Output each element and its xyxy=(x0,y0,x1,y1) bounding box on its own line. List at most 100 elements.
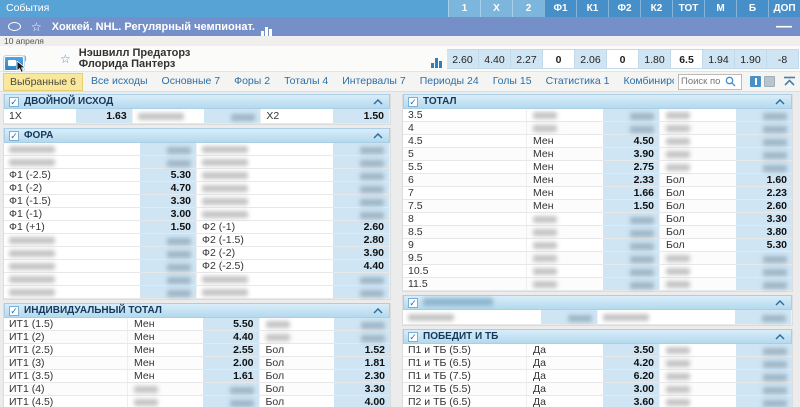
odd-value[interactable]: 6.20 xyxy=(603,370,659,382)
event-odd-cell[interactable]: 1.90 xyxy=(735,48,767,69)
odd-value[interactable] xyxy=(333,195,389,207)
odd-value[interactable] xyxy=(334,331,390,343)
odd-value[interactable] xyxy=(202,396,259,407)
odd-value[interactable] xyxy=(603,109,659,121)
search-input[interactable] xyxy=(681,76,725,87)
event-odd-cell[interactable]: -8 xyxy=(767,48,799,69)
event-row[interactable]: 01:00 ☆ Нэшвилл Предаторз Флорида Пантер… xyxy=(0,46,800,73)
collapse-league-icon[interactable]: — xyxy=(776,18,792,36)
tab-market[interactable]: Статистика 1 xyxy=(540,73,616,91)
odd-value[interactable] xyxy=(736,370,792,382)
chevron-up-icon[interactable] xyxy=(373,307,383,314)
chevron-up-icon[interactable] xyxy=(373,132,383,139)
odd-value[interactable] xyxy=(736,383,792,395)
odd-value[interactable] xyxy=(333,286,389,298)
odd-value[interactable] xyxy=(603,226,659,238)
odd-value[interactable] xyxy=(603,239,659,251)
odd-value[interactable]: 3.00 xyxy=(140,208,196,220)
odd-value[interactable]: 5.50 xyxy=(202,318,259,330)
odd-value[interactable]: 1.52 xyxy=(334,344,390,356)
odd-value[interactable] xyxy=(736,252,792,264)
odd-value[interactable] xyxy=(204,109,261,123)
odd-value[interactable] xyxy=(736,161,792,173)
odd-value[interactable] xyxy=(140,273,196,285)
event-odd-cell[interactable]: 2.06 xyxy=(575,48,607,69)
video-cursor-icon[interactable] xyxy=(3,55,26,73)
odd-value[interactable]: 4.70 xyxy=(140,182,196,194)
odd-value[interactable] xyxy=(736,344,792,356)
odd-value[interactable]: 2.00 xyxy=(202,357,259,369)
tab-market[interactable]: Голы 15 xyxy=(487,73,538,91)
odd-value[interactable]: 3.00 xyxy=(603,383,659,395)
event-odd-cell[interactable]: 2.60 xyxy=(447,48,479,69)
odd-value[interactable] xyxy=(334,318,390,330)
odd-value[interactable]: 1.61 xyxy=(202,370,259,382)
tab-market[interactable]: Все исходы xyxy=(85,73,154,91)
two-column-view-icon[interactable] xyxy=(750,76,761,87)
odd-value[interactable]: 4.00 xyxy=(334,396,390,407)
checkbox-icon[interactable]: ✓ xyxy=(9,96,19,107)
odd-value[interactable] xyxy=(140,247,196,259)
tab-market[interactable]: Форы 2 xyxy=(228,73,276,91)
odd-value[interactable] xyxy=(333,143,389,155)
odd-value[interactable] xyxy=(540,310,597,324)
chevron-up-icon[interactable] xyxy=(775,98,785,105)
favorite-event-star-icon[interactable]: ☆ xyxy=(60,52,71,66)
odd-value[interactable] xyxy=(140,156,196,168)
favorite-star-icon[interactable]: ☆ xyxy=(31,20,42,34)
odd-value[interactable]: 3.30 xyxy=(140,195,196,207)
odd-value[interactable] xyxy=(736,278,792,290)
event-chart-icon[interactable] xyxy=(431,50,443,68)
odd-value[interactable] xyxy=(140,234,196,246)
odd-value[interactable]: 3.60 xyxy=(603,396,659,407)
odd-value[interactable]: 2.60 xyxy=(736,200,792,212)
search-icon[interactable] xyxy=(725,76,736,87)
odd-value[interactable] xyxy=(603,252,659,264)
odd-value[interactable]: 4.40 xyxy=(333,260,389,272)
chevron-up-icon[interactable] xyxy=(775,299,785,306)
chevron-up-icon[interactable] xyxy=(775,333,785,340)
odd-value[interactable]: 4.20 xyxy=(603,357,659,369)
odd-value[interactable]: 3.30 xyxy=(736,213,792,225)
odd-value[interactable] xyxy=(333,156,389,168)
odd-value[interactable]: 2.55 xyxy=(202,344,259,356)
odd-value[interactable]: 5.30 xyxy=(736,239,792,251)
tab-selected[interactable]: Выбранные 6 xyxy=(3,72,83,91)
tab-market[interactable]: Основные 7 xyxy=(156,73,227,91)
odd-value[interactable] xyxy=(603,213,659,225)
odd-value[interactable] xyxy=(603,278,659,290)
odd-value[interactable]: 1.66 xyxy=(603,187,659,199)
odd-value[interactable]: 3.90 xyxy=(333,247,389,259)
odd-value[interactable]: 1.60 xyxy=(736,174,792,186)
tab-market[interactable]: Интервалы 7 xyxy=(336,73,411,91)
checkbox-icon[interactable]: ✓ xyxy=(9,130,19,141)
checkbox-icon[interactable]: ✓ xyxy=(9,305,19,316)
odd-value[interactable]: 3.30 xyxy=(334,383,390,395)
odd-value[interactable] xyxy=(603,122,659,134)
odd-value[interactable] xyxy=(736,396,792,407)
odd-value[interactable]: 1.50 xyxy=(333,109,390,123)
odd-value[interactable]: 2.33 xyxy=(603,174,659,186)
odd-value[interactable]: 1.81 xyxy=(334,357,390,369)
odd-value[interactable] xyxy=(736,109,792,121)
tab-market[interactable]: Периоды 24 xyxy=(414,73,485,91)
odd-value[interactable] xyxy=(333,182,389,194)
odd-value[interactable]: 4.50 xyxy=(603,135,659,147)
tab-market[interactable]: Комбинированные 11 xyxy=(617,73,674,91)
odd-value[interactable]: 3.50 xyxy=(603,344,659,356)
odd-value[interactable]: 2.80 xyxy=(333,234,389,246)
odd-value[interactable]: 2.75 xyxy=(603,161,659,173)
statistics-chart-icon[interactable] xyxy=(260,18,273,36)
odd-value[interactable] xyxy=(140,260,196,272)
odd-value[interactable]: 5.30 xyxy=(140,169,196,181)
checkbox-icon[interactable]: ✓ xyxy=(408,96,418,107)
event-odd-cell[interactable]: 4.40 xyxy=(479,48,511,69)
odd-value[interactable]: 3.80 xyxy=(736,226,792,238)
odd-value[interactable] xyxy=(202,383,259,395)
odd-value[interactable] xyxy=(333,273,389,285)
odd-value[interactable]: 2.30 xyxy=(334,370,390,382)
odd-value[interactable]: 2.60 xyxy=(333,221,389,233)
checkbox-icon[interactable]: ✓ xyxy=(408,297,418,308)
odd-value[interactable] xyxy=(333,208,389,220)
odd-value[interactable] xyxy=(140,286,196,298)
